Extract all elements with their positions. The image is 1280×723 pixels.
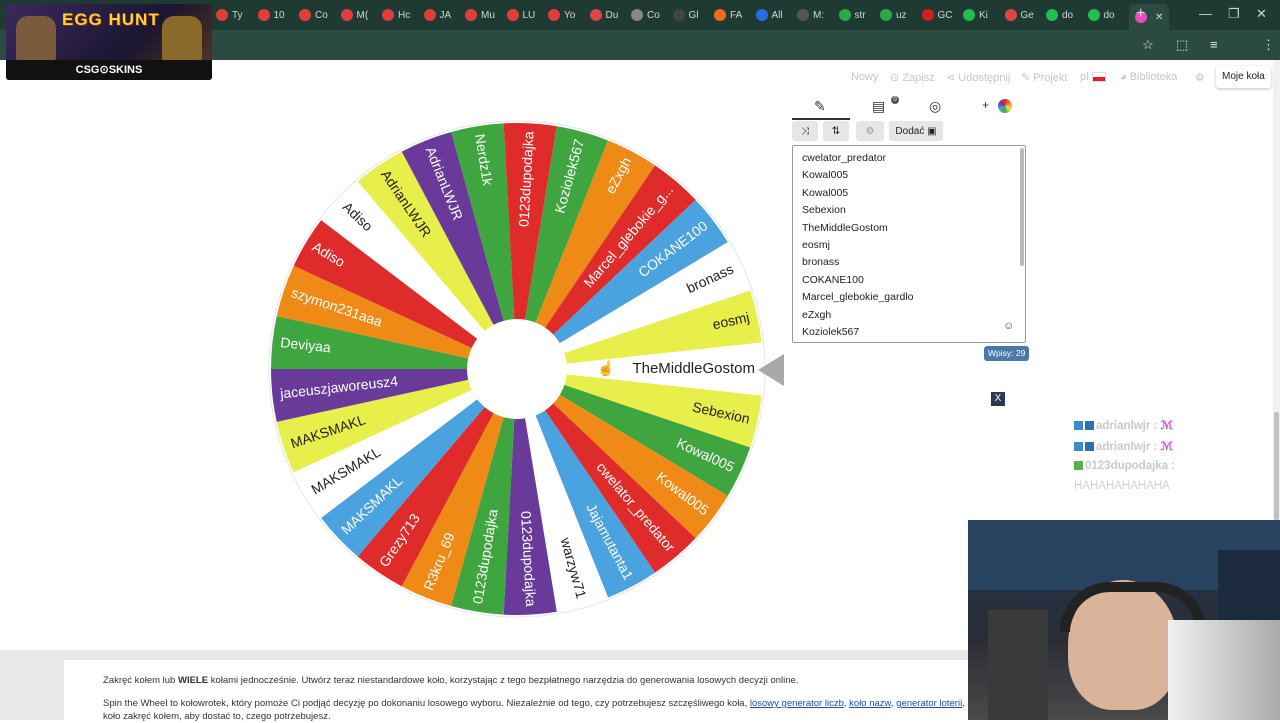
entries-textarea[interactable]: cwelator_predator Kowal005 Kowal005 Sebexio…: [792, 145, 1026, 343]
results-count-badge: 0: [891, 96, 899, 104]
tab-edit-pencil-icon[interactable]: ✎: [814, 98, 826, 115]
entry-line: eZxgh: [802, 308, 832, 321]
chat-message: HAHAHAHAHAHA: [1074, 480, 1170, 492]
entry-line: bronass: [802, 256, 840, 269]
tab-hidden-eye-icon[interactable]: ◎: [929, 98, 941, 115]
link-lottery-generator[interactable]: generator loterii: [896, 698, 962, 709]
badge-icon: [1074, 442, 1083, 452]
chat-line-2: adrianlwjr : ℳ: [1074, 439, 1173, 453]
entry-line: cwelator_predator: [802, 152, 887, 164]
add-wheel-plus-icon[interactable]: +: [982, 98, 989, 112]
webcam-chair: [1168, 620, 1280, 720]
desc-text: kołami jednocześnie. Utwórz teraz niesta…: [208, 675, 799, 686]
editor-tabs: ✎ ▤ ◎ +: [792, 94, 1026, 120]
add-image-button[interactable]: Dodać ▣: [889, 121, 943, 141]
emote-icon: ℳ: [1160, 441, 1173, 453]
entry-line: eosmj: [802, 239, 831, 251]
hand-cursor-icon: ☝: [597, 360, 615, 376]
add-image-label: Dodać: [895, 125, 925, 137]
color-wheel-icon[interactable]: [998, 99, 1012, 113]
close-ad-button[interactable]: X: [991, 392, 1005, 406]
chat-username: adrianlwjr :: [1096, 420, 1158, 432]
desc-text: Zakręć kołem lub: [103, 675, 178, 686]
desc-text: Spin the Wheel to kołowrotek, który pomo…: [103, 698, 750, 709]
wheel-pointer-arrow: [758, 354, 784, 386]
active-tab-underline: [792, 118, 850, 120]
chat-line-1: adrianlwjr : ℳ: [1074, 418, 1173, 432]
description-line-2: Spin the Wheel to kołowrotek, który pomo…: [103, 698, 965, 722]
description-line-1: Zakręć kołem lub WIELE kołami jednocześn…: [103, 675, 798, 686]
badge-icon: [1085, 421, 1094, 431]
entry-line: Sebexion: [802, 204, 846, 217]
webcam-feed: [968, 520, 1280, 720]
settings-button[interactable]: ⚙: [856, 121, 884, 141]
webcam-shelf: [1218, 550, 1280, 630]
entry-line: Koziolek567: [802, 326, 860, 338]
shuffle-button[interactable]: ⤨: [792, 121, 818, 141]
badge-icon: [1074, 421, 1083, 431]
gear-icon: ⚙: [865, 125, 875, 137]
entries-count-badge: Wpisy: 29: [984, 346, 1030, 361]
tab-results-clipboard-icon[interactable]: ▤: [872, 98, 885, 115]
emoji-icon[interactable]: ☺: [1003, 320, 1014, 332]
entry-line: Kowal005: [802, 186, 849, 199]
badge-icon: [1074, 461, 1083, 471]
page-scrollbar-thumb[interactable]: [1274, 412, 1279, 520]
sort-icon: ⇅: [831, 125, 841, 137]
wheel-center-hub[interactable]: [467, 319, 567, 419]
entries-scrollbar[interactable]: [1020, 148, 1024, 266]
chat-line-3: 0123dupodajka :: [1074, 460, 1175, 472]
shuffle-icon: ⤨: [801, 125, 809, 137]
sort-button[interactable]: ⇅: [823, 121, 849, 141]
badge-icon: [1085, 442, 1094, 452]
link-name-wheel[interactable]: koło nazw: [849, 698, 891, 709]
chat-username: 0123dupodajka :: [1085, 460, 1176, 472]
chat-username: adrianlwjr :: [1096, 441, 1158, 453]
link-random-number-generator[interactable]: losowy generator liczb: [750, 698, 844, 709]
wheel-segment-label: TheMiddleGostom: [632, 360, 755, 377]
entry-line: Kowal005: [802, 169, 849, 182]
entry-line: TheMiddleGostom: [802, 221, 888, 234]
image-icon: ▣: [927, 125, 937, 137]
webcam-microphone-arm: [988, 610, 1048, 720]
entry-line: COKANE100: [802, 273, 864, 286]
emote-icon: ℳ: [1160, 420, 1173, 432]
desc-bold: WIELE: [177, 675, 209, 686]
entry-line: Marcel_glebokie_gardlo: [802, 291, 914, 304]
